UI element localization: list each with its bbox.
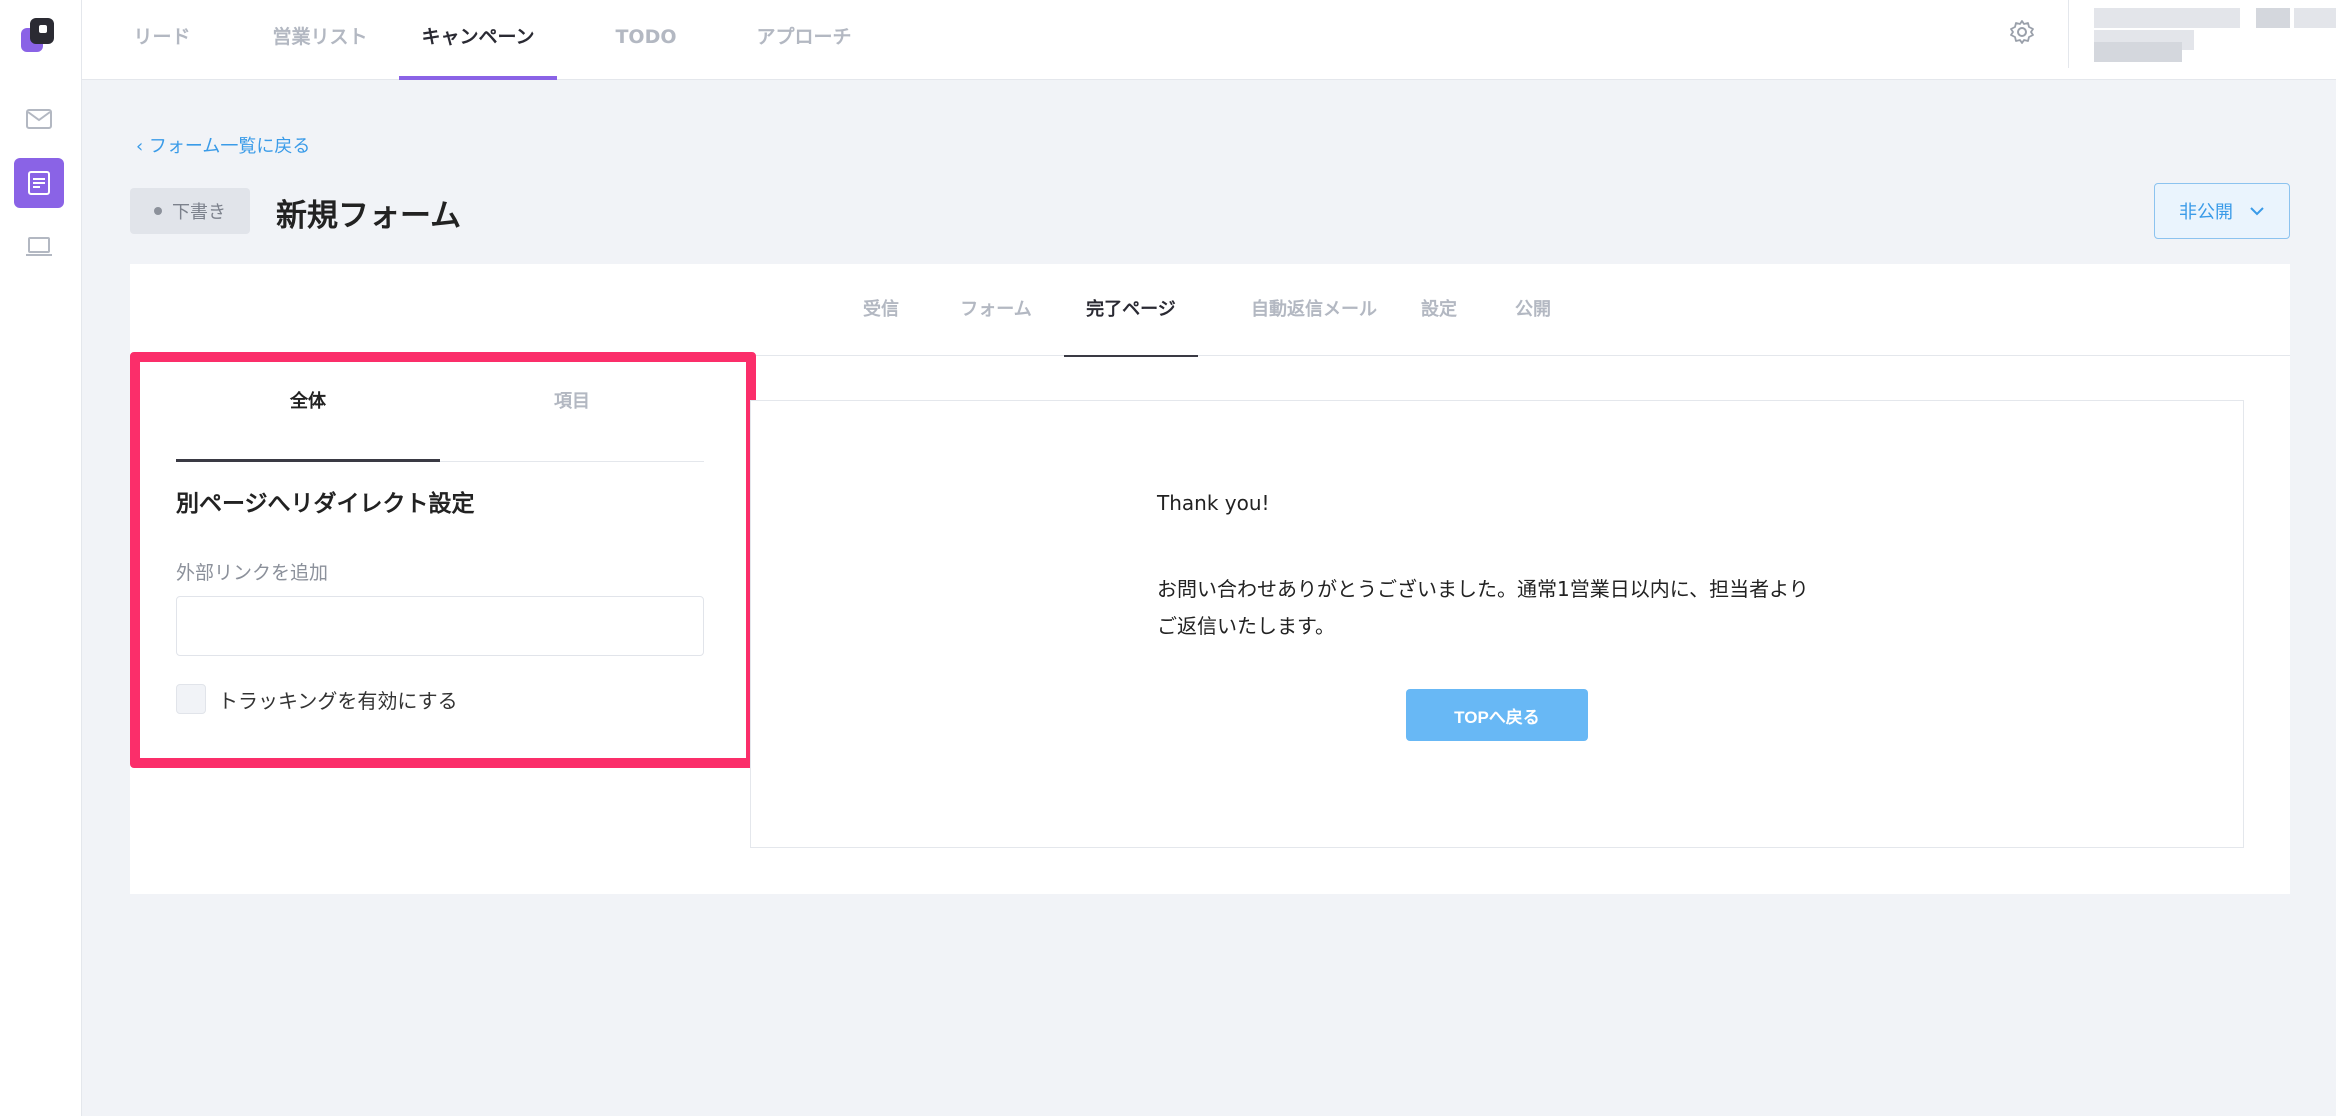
nav-tab-approach[interactable]: アプローチ — [738, 0, 870, 80]
panel-tab-overall[interactable]: 全体 — [176, 362, 440, 462]
preview-message: お問い合わせありがとうございました。通常1営業日以内に、担当者より ご返信いたし… — [1157, 571, 1857, 645]
nav-tab-sales-list[interactable]: 営業リスト — [258, 0, 382, 80]
tracking-option[interactable]: トラッキングを有効にする — [176, 684, 458, 714]
step-tab-receive[interactable]: 受信 — [852, 264, 910, 356]
preview-title: Thank you! — [1157, 491, 1270, 515]
back-to-form-list-link[interactable]: ‹ フォーム一覧に戻る — [136, 132, 310, 158]
complete-page-preview: Thank you! お問い合わせありがとうございました。通常1営業日以内に、担… — [750, 400, 2244, 848]
chevron-down-icon — [2250, 207, 2264, 216]
panel-tab-active-indicator — [176, 459, 440, 462]
step-tab-auto-reply-mail[interactable]: 自動返信メール — [1226, 264, 1402, 356]
preview-message-line-2: ご返信いたします。 — [1157, 614, 1335, 638]
redirect-section-title: 別ページへリダイレクト設定 — [176, 491, 475, 517]
form-icon — [28, 171, 50, 195]
mail-icon — [26, 109, 52, 129]
status-badge: 下書き — [130, 188, 250, 234]
step-tab-complete-page[interactable]: 完了ページ — [1064, 264, 1198, 357]
visibility-value: 非公開 — [2179, 202, 2233, 223]
status-badge-label: 下書き — [172, 202, 226, 223]
preview-message-line-1: お問い合わせありがとうございました。通常1営業日以内に、担当者より — [1157, 577, 1809, 601]
rail-form-button[interactable] — [14, 158, 64, 208]
rail-laptop-button[interactable] — [14, 222, 64, 272]
left-rail — [0, 0, 82, 1116]
user-account-blurred[interactable] — [2094, 8, 2336, 64]
top-nav-bar: リード 営業リスト キャンペーン TODO アプローチ — [82, 0, 2336, 80]
back-to-top-button[interactable]: TOPへ戻る — [1406, 689, 1588, 741]
panel-tab-items[interactable]: 項目 — [440, 362, 704, 462]
step-tab-settings[interactable]: 設定 — [1408, 264, 1470, 356]
external-link-label: 外部リンクを追加 — [176, 562, 329, 584]
logo-front-shape — [30, 18, 54, 44]
nav-tab-leads[interactable]: リード — [112, 0, 212, 80]
visibility-dropdown[interactable]: 非公開 — [2154, 183, 2290, 239]
page-title: 新規フォーム — [276, 198, 462, 234]
gear-icon[interactable] — [2008, 18, 2036, 46]
rail-mail-button[interactable] — [14, 94, 64, 144]
external-link-input[interactable] — [176, 596, 704, 656]
tracking-label: トラッキングを有効にする — [218, 688, 458, 713]
chevron-left-icon: ‹ — [136, 136, 149, 157]
step-tab-publish[interactable]: 公開 — [1502, 264, 1564, 356]
status-dot-icon — [154, 207, 162, 215]
complete-page-settings-panel: 全体 項目 別ページへリダイレクト設定 外部リンクを追加 トラッキングを有効にす… — [130, 352, 756, 768]
app-logo[interactable] — [21, 18, 55, 54]
step-tabs: 受信 フォーム 完了ページ 自動返信メール 設定 公開 — [130, 264, 2290, 357]
top-divider — [2068, 0, 2069, 68]
nav-tab-campaign[interactable]: キャンペーン — [399, 0, 557, 80]
back-link-label: フォーム一覧に戻る — [148, 136, 311, 157]
nav-tab-todo[interactable]: TODO — [596, 0, 696, 80]
step-tab-form[interactable]: フォーム — [948, 264, 1044, 356]
tracking-checkbox[interactable] — [176, 684, 206, 714]
laptop-icon — [26, 237, 52, 256]
